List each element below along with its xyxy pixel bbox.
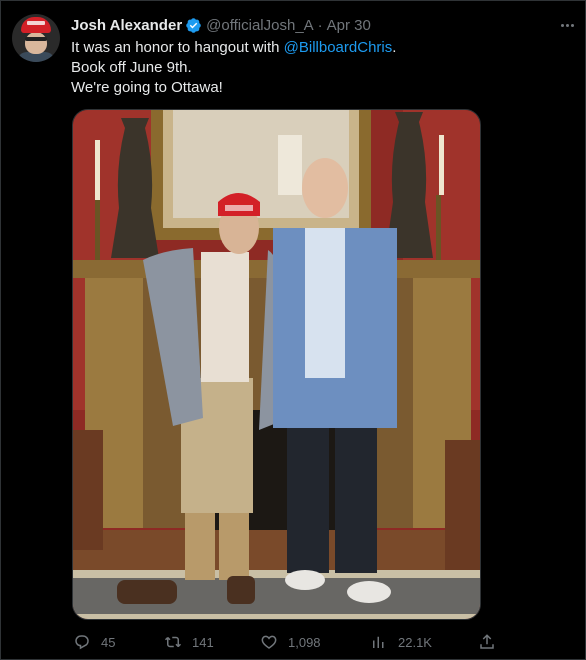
retweet-icon: [164, 636, 182, 648]
tweet-header: Josh Alexander @officialJosh_A · Apr 30: [71, 15, 371, 35]
tweet-text-suffix: .: [392, 39, 397, 56]
more-options-icon[interactable]: [557, 15, 577, 35]
retweet-count: 141: [192, 634, 214, 650]
avatar-glasses: [25, 37, 47, 41]
tweet-text-line-3: We're going to Ottawa!: [71, 79, 223, 96]
avatar[interactable]: [12, 14, 60, 62]
reply-button[interactable]: 45: [73, 631, 115, 653]
tweet-text-line-1: It was an honor to hangout with @Billboa…: [71, 38, 571, 58]
reply-icon: [75, 635, 89, 650]
verified-badge-icon: [185, 17, 202, 34]
tweet-actions: 45 141 1,098 22.1K: [71, 631, 501, 653]
views-icon: [373, 636, 384, 648]
retweet-button[interactable]: 141: [164, 631, 214, 653]
views-count: 22.1K: [398, 634, 432, 650]
reply-count: 45: [101, 634, 116, 650]
author-name[interactable]: Josh Alexander: [71, 17, 182, 34]
photo-illustration: [73, 110, 480, 619]
tweet-text-line-2: Book off June 9th.: [71, 59, 192, 76]
tweet-photo[interactable]: [72, 109, 481, 620]
views-button[interactable]: 22.1K: [370, 631, 432, 653]
avatar-face: [25, 32, 47, 54]
author-handle[interactable]: @officialJosh_A: [206, 17, 314, 34]
tweet-text: It was an honor to hangout with @Billboa…: [71, 38, 571, 98]
like-count: 1,098: [288, 634, 321, 650]
tweet-date[interactable]: Apr 30: [327, 17, 371, 34]
avatar-cap: [21, 17, 51, 33]
tweet-text-prefix: It was an honor to hangout with: [71, 39, 284, 56]
header-separator: ·: [317, 16, 323, 34]
like-button[interactable]: 1,098: [260, 631, 321, 653]
share-icon: [480, 634, 494, 649]
tweet[interactable]: Josh Alexander @officialJosh_A · Apr 30 …: [0, 0, 586, 660]
mention-link[interactable]: @BillboardChris: [284, 39, 393, 56]
share-button[interactable]: [478, 631, 506, 653]
avatar-cap-text: [27, 21, 45, 25]
heart-icon: [261, 635, 277, 649]
